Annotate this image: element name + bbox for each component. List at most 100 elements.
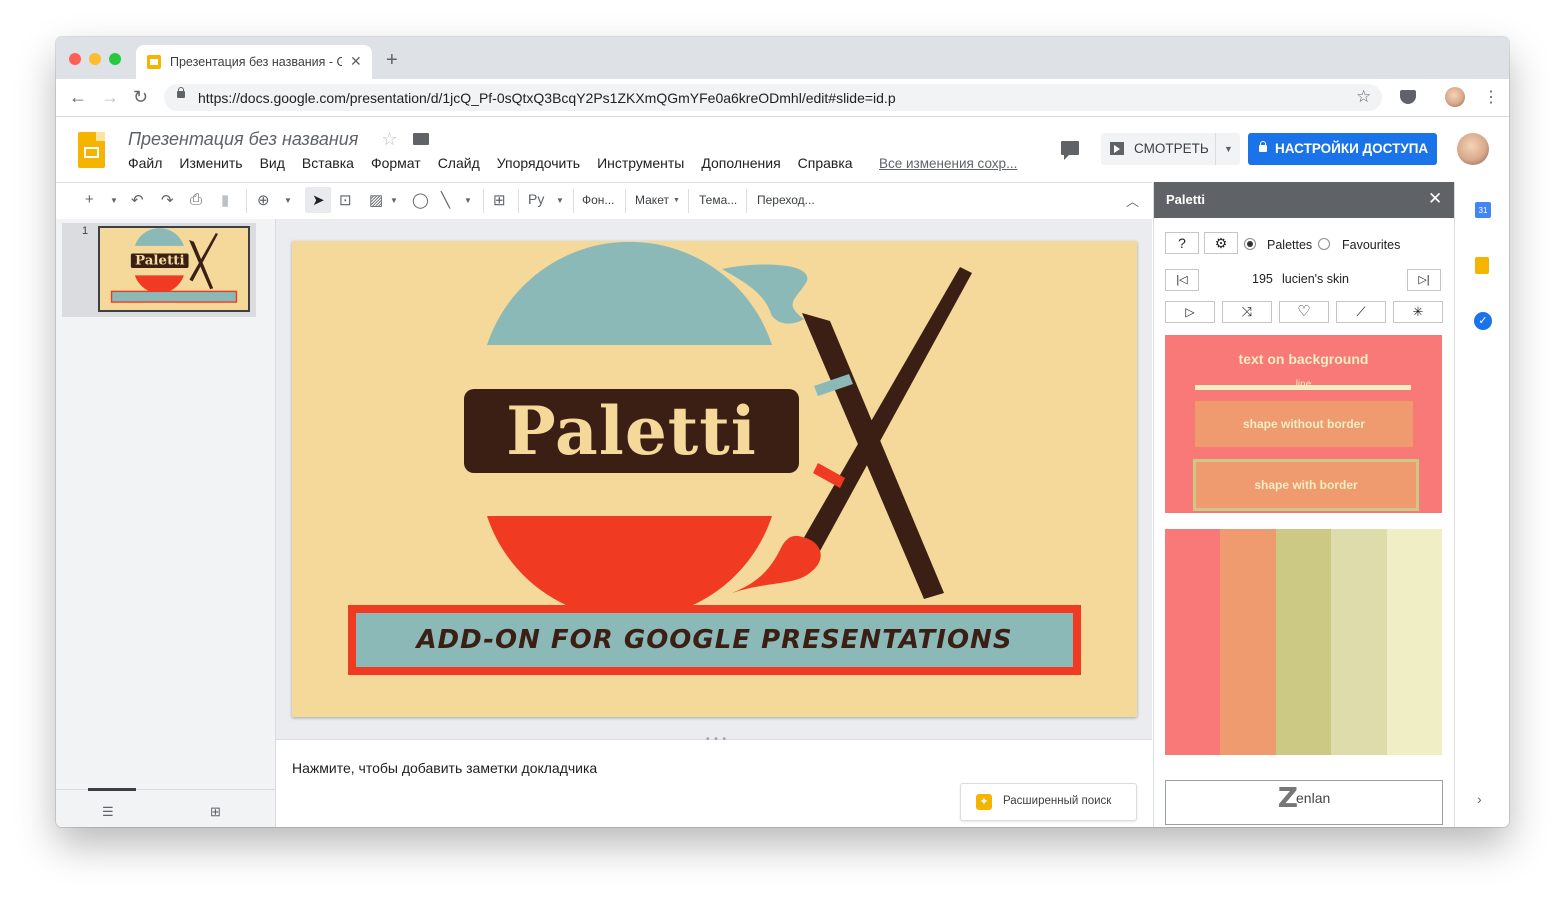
menu-insert[interactable]: Вставка [302,155,354,171]
play-icon[interactable]: ▷ [1165,301,1215,323]
background-button[interactable]: Фон... [582,193,614,207]
swatch-3[interactable] [1275,529,1332,755]
line-icon[interactable]: ╲ [441,191,450,209]
tasks-icon[interactable]: ✓ [1474,312,1492,330]
forward-icon[interactable]: → [101,87,119,108]
help-button[interactable]: ? [1165,232,1199,254]
browser-menu-icon[interactable]: ⋮ [1483,87,1499,107]
filmstrip-footer: ☰ ⊞ [56,788,275,827]
menu-help[interactable]: Справка [798,155,853,171]
share-lock-icon [1259,141,1267,152]
present-dropdown-icon[interactable]: ▼ [1215,133,1241,165]
redo-icon[interactable]: ↷ [161,191,174,209]
image-dropdown-icon[interactable]: ▼ [390,196,398,205]
palettes-radio[interactable] [1244,238,1256,250]
swatch-1[interactable] [1165,529,1221,755]
filmstrip-view-icon[interactable]: ☰ [102,804,114,820]
close-icon[interactable]: ✕ [1428,189,1442,209]
minimize-window-button[interactable] [89,53,101,65]
slide-thumbnail-art: Paletti [101,228,247,310]
slides-logo-icon[interactable] [78,132,105,168]
menu-tools[interactable]: Инструменты [597,155,684,171]
preview-shape-with-border: shape with border [1193,459,1419,511]
layout-dropdown-icon[interactable]: ▼ [673,197,680,204]
favourites-radio-label: Favourites [1342,238,1401,252]
favourites-radio[interactable] [1318,238,1330,250]
plus-icon[interactable]: + [85,191,94,208]
browser-profile-avatar[interactable] [1445,87,1465,107]
undo-icon[interactable]: ↶ [131,191,144,209]
swatch-4[interactable] [1331,529,1387,755]
zenlan-brand-button[interactable]: Zenlan [1165,780,1443,825]
swatch-5[interactable] [1386,529,1443,755]
input-tools-button[interactable]: Ру [528,191,544,207]
keep-icon[interactable] [1475,257,1489,274]
transition-button[interactable]: Переход... [757,193,815,207]
shuffle-icon[interactable]: ⤨ [1222,301,1272,323]
first-icon[interactable]: |◁ [1165,269,1199,291]
menu-arrange[interactable]: Упорядочить [497,155,580,171]
menu-edit[interactable]: Изменить [179,155,242,171]
present-button[interactable]: СМОТРЕТЬ ▼ [1101,133,1240,165]
shape-icon[interactable]: ◯ [412,191,429,209]
back-icon[interactable]: ← [69,87,87,108]
zoom-dropdown-icon[interactable]: ▼ [284,196,292,205]
theme-button[interactable]: Тема... [699,193,737,207]
notes-resize-handle[interactable]: • • • [706,734,727,745]
print-icon[interactable]: ⎙ [190,191,202,208]
comments-icon[interactable] [1061,141,1079,160]
toolbar-divider [625,189,626,213]
layout-button[interactable]: Макет [635,193,669,207]
grid-view-icon[interactable]: ⊞ [210,804,221,820]
menu-slide[interactable]: Слайд [438,155,480,171]
save-status-link[interactable]: Все изменения сохр... [879,156,1017,171]
comment-add-icon[interactable]: ⊞ [493,191,506,209]
zoom-icon[interactable]: ⊕ [257,191,270,209]
account-avatar[interactable] [1457,133,1489,165]
magic-wand-icon[interactable]: ✳ [1393,301,1443,323]
folder-icon[interactable] [412,133,429,145]
expand-side-panel-icon[interactable]: › [1477,791,1482,807]
share-label: НАСТРОЙКИ ДОСТУПА [1275,141,1429,156]
palette-preview[interactable]: text on background line shape without bo… [1165,335,1442,513]
share-button[interactable]: НАСТРОЙКИ ДОСТУПА [1248,133,1437,165]
heart-icon[interactable]: ♡ [1279,301,1329,323]
explore-button[interactable]: ✦ Расширенный поиск [960,783,1137,821]
explore-label: Расширенный поиск [1003,795,1112,807]
image-icon[interactable]: ▨ [369,191,383,209]
bookmark-star-icon[interactable]: ☆ [1356,87,1371,107]
slide-number: 1 [82,225,89,237]
pocket-extension-icon[interactable] [1400,90,1416,104]
swatch-2[interactable] [1220,529,1276,755]
textbox-icon[interactable]: ⊡ [339,191,352,209]
speaker-notes[interactable]: • • • Нажмите, чтобы добавить заметки до… [276,734,1152,827]
menu-addons[interactable]: Дополнения [701,155,780,171]
menu-file[interactable]: Файл [128,155,162,171]
input-tools-dropdown-icon[interactable]: ▼ [556,196,564,205]
url-text: https://docs.google.com/presentation/d/1… [198,90,896,106]
browser-titlebar: Презентация без названия - Google Slides… [56,37,1509,79]
reload-icon[interactable]: ↻ [133,87,148,108]
settings-gear-icon[interactable]: ⚙ [1204,232,1238,254]
url-input[interactable]: https://docs.google.com/presentation/d/1… [164,84,1382,111]
paint-format-icon[interactable]: ▮ [221,191,229,209]
menu-view[interactable]: Вид [260,155,285,171]
collapse-toolbar-icon[interactable]: ︿ [1126,191,1139,210]
wand-icon[interactable]: ⟋ [1336,301,1386,323]
tab-close-icon[interactable]: ✕ [350,53,362,70]
new-slide-dropdown-icon[interactable]: ▼ [110,196,118,205]
maximize-window-button[interactable] [109,53,121,65]
document-title[interactable]: Презентация без названия ☆ [128,129,429,150]
new-tab-button[interactable]: + [386,49,398,72]
address-bar-row: ← → ↻ https://docs.google.com/presentati… [56,79,1509,117]
menu-format[interactable]: Формат [371,155,421,171]
calendar-icon[interactable]: 31 [1475,202,1491,218]
close-window-button[interactable] [69,53,81,65]
line-dropdown-icon[interactable]: ▼ [464,196,472,205]
last-icon[interactable]: ▷| [1407,269,1441,291]
browser-tab[interactable]: Презентация без названия - Google Slides… [136,45,372,79]
star-icon[interactable]: ☆ [381,129,397,149]
cursor-icon[interactable]: ➤ [312,191,325,209]
slide[interactable]: Paletti ADD-ON FOR GOOGLE PRESENTATIONS [292,241,1137,717]
slide-thumbnail[interactable]: Paletti [98,226,250,312]
